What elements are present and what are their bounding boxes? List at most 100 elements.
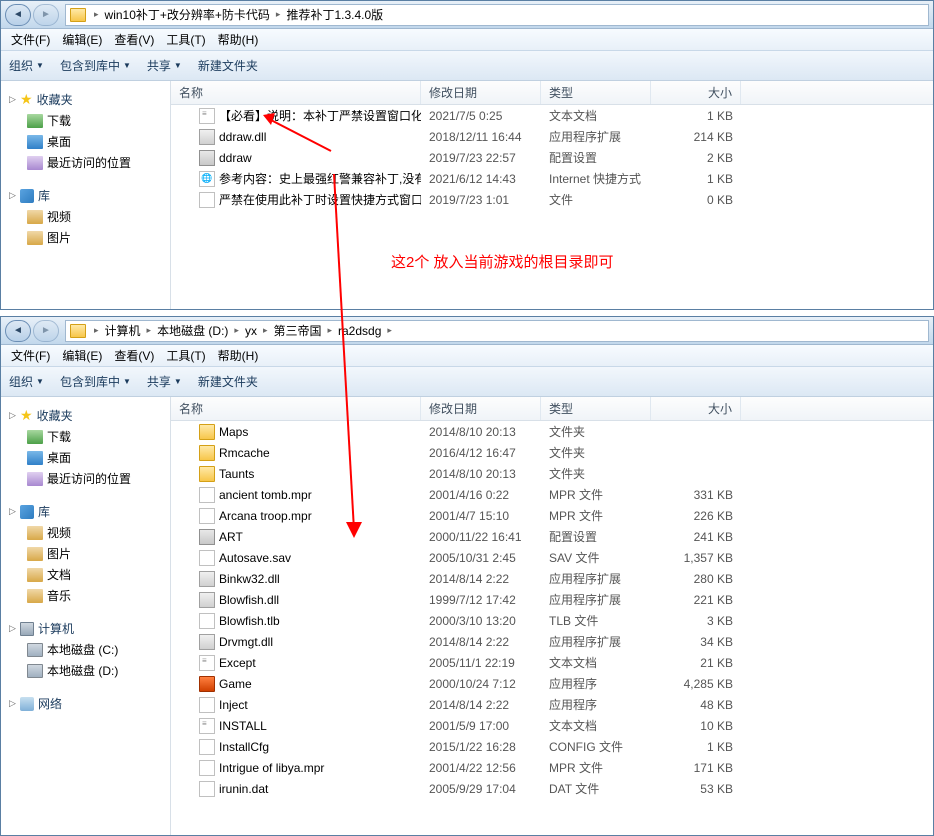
file-type: 文本文档 [541,107,651,124]
titlebar: ◄ ► ▸ win10补丁+改分辨率+防卡代码 ▸ 推荐补丁1.3.4.0版 [1,1,933,29]
file-row[interactable]: Taunts 2014/8/10 20:13 文件夹 [171,463,933,484]
file-size: 171 KB [651,761,741,775]
file-icon [199,634,215,650]
include-library-button[interactable]: 包含到库中▼ [60,57,131,74]
sidebar-item[interactable]: 下载 [1,110,170,131]
file-row[interactable]: ancient tomb.mpr 2001/4/16 0:22 MPR 文件 3… [171,484,933,505]
sidebar-item[interactable]: 桌面 [1,131,170,152]
titlebar: ◄ ► ▸ 计算机 ▸ 本地磁盘 (D:) ▸ yx ▸ 第三帝国 ▸ ra2d… [1,317,933,345]
breadcrumb-item[interactable]: 计算机 [103,322,143,339]
sidebar-favorites[interactable]: ▷★收藏夹 [1,405,170,426]
breadcrumb[interactable]: ▸ win10补丁+改分辨率+防卡代码 ▸ 推荐补丁1.3.4.0版 [65,4,929,26]
file-size: 214 KB [651,130,741,144]
column-name[interactable]: 名称 [171,397,421,420]
sidebar-item[interactable]: 音乐 [1,585,170,606]
nav-forward-button[interactable]: ► [33,320,59,342]
share-button[interactable]: 共享▼ [147,57,182,74]
breadcrumb-item[interactable]: 第三帝国 [271,322,323,339]
file-list: 【必看】说明：本补丁严禁设置窗口化 2021/7/5 0:25 文本文档 1 K… [171,105,933,305]
file-icon [199,760,215,776]
file-size: 53 KB [651,782,741,796]
sidebar-item[interactable]: 图片 [1,543,170,564]
menu-view[interactable]: 查看(V) [108,29,160,50]
column-size[interactable]: 大小 [651,81,741,104]
breadcrumb-item[interactable]: 本地磁盘 (D:) [155,322,230,339]
breadcrumb[interactable]: ▸ 计算机 ▸ 本地磁盘 (D:) ▸ yx ▸ 第三帝国 ▸ ra2dsdg … [65,320,929,342]
column-size[interactable]: 大小 [651,397,741,420]
file-row[interactable]: Except 2005/11/1 22:19 文本文档 21 KB [171,652,933,673]
file-row[interactable]: Blowfish.tlb 2000/3/10 13:20 TLB 文件 3 KB [171,610,933,631]
menu-help[interactable]: 帮助(H) [212,345,265,366]
menu-file[interactable]: 文件(F) [5,345,56,366]
sidebar-item[interactable]: 本地磁盘 (C:) [1,639,170,660]
file-icon [199,781,215,797]
sidebar-item[interactable]: 文档 [1,564,170,585]
breadcrumb-item[interactable]: ra2dsdg [336,324,383,338]
file-row[interactable]: Intrigue of libya.mpr 2001/4/22 12:56 MP… [171,757,933,778]
breadcrumb-item[interactable]: win10补丁+改分辨率+防卡代码 [103,6,272,23]
sidebar-item[interactable]: 桌面 [1,447,170,468]
column-type[interactable]: 类型 [541,397,651,420]
file-size: 1 KB [651,109,741,123]
share-button[interactable]: 共享▼ [147,373,182,390]
sidebar-item[interactable]: 最近访问的位置 [1,468,170,489]
organize-button[interactable]: 组织▼ [9,373,44,390]
new-folder-button[interactable]: 新建文件夹 [198,57,258,74]
sidebar-favorites[interactable]: ▷★收藏夹 [1,89,170,110]
file-size: 331 KB [651,488,741,502]
file-row[interactable]: Autosave.sav 2005/10/31 2:45 SAV 文件 1,35… [171,547,933,568]
sidebar-network[interactable]: ▷网络 [1,693,170,714]
menu-help[interactable]: 帮助(H) [212,29,265,50]
column-date[interactable]: 修改日期 [421,81,541,104]
column-date[interactable]: 修改日期 [421,397,541,420]
sidebar-libraries[interactable]: ▷库 [1,185,170,206]
file-row[interactable]: irunin.dat 2005/9/29 17:04 DAT 文件 53 KB [171,778,933,799]
menu-tools[interactable]: 工具(T) [160,345,211,366]
nav-back-button[interactable]: ◄ [5,320,31,342]
sidebar-item[interactable]: 最近访问的位置 [1,152,170,173]
menu-file[interactable]: 文件(F) [5,29,56,50]
nav-back-button[interactable]: ◄ [5,4,31,26]
file-row[interactable]: ddraw.dll 2018/12/11 16:44 应用程序扩展 214 KB [171,126,933,147]
sidebar-item[interactable]: 下载 [1,426,170,447]
sidebar-item-icon [27,156,43,170]
column-name[interactable]: 名称 [171,81,421,104]
include-library-button[interactable]: 包含到库中▼ [60,373,131,390]
file-date: 2000/10/24 7:12 [421,677,541,691]
menu-tools[interactable]: 工具(T) [160,29,211,50]
sidebar-libraries[interactable]: ▷库 [1,501,170,522]
annotation-text: 这2个 放入当前游戏的根目录即可 [391,251,614,272]
column-type[interactable]: 类型 [541,81,651,104]
menu-edit[interactable]: 编辑(E) [56,29,108,50]
file-row[interactable]: 参考内容：史上最强红警兼容补丁,没有... 2021/6/12 14:43 In… [171,168,933,189]
file-row[interactable]: Drvmgt.dll 2014/8/14 2:22 应用程序扩展 34 KB [171,631,933,652]
sidebar-item[interactable]: 视频 [1,522,170,543]
sidebar-item[interactable]: 视频 [1,206,170,227]
sidebar-item[interactable]: 本地磁盘 (D:) [1,660,170,681]
file-size: 21 KB [651,656,741,670]
sidebar-item[interactable]: 图片 [1,227,170,248]
file-row[interactable]: InstallCfg 2015/1/22 16:28 CONFIG 文件 1 K… [171,736,933,757]
breadcrumb-item[interactable]: yx [243,324,259,338]
file-row[interactable]: Game 2000/10/24 7:12 应用程序 4,285 KB [171,673,933,694]
chevron-right-icon: ▸ [327,325,332,336]
organize-button[interactable]: 组织▼ [9,57,44,74]
menu-edit[interactable]: 编辑(E) [56,345,108,366]
file-row[interactable]: ddraw 2019/7/23 22:57 配置设置 2 KB [171,147,933,168]
new-folder-button[interactable]: 新建文件夹 [198,373,258,390]
nav-forward-button[interactable]: ► [33,4,59,26]
file-row[interactable]: Rmcache 2016/4/12 16:47 文件夹 [171,442,933,463]
file-row[interactable]: Maps 2014/8/10 20:13 文件夹 [171,421,933,442]
file-row[interactable]: Inject 2014/8/14 2:22 应用程序 48 KB [171,694,933,715]
file-row[interactable]: 【必看】说明：本补丁严禁设置窗口化 2021/7/5 0:25 文本文档 1 K… [171,105,933,126]
file-row[interactable]: INSTALL 2001/5/9 17:00 文本文档 10 KB [171,715,933,736]
file-row[interactable]: 严禁在使用此补丁时设置快捷方式窗口化... 2019/7/23 1:01 文件 … [171,189,933,210]
menu-view[interactable]: 查看(V) [108,345,160,366]
file-row[interactable]: Binkw32.dll 2014/8/14 2:22 应用程序扩展 280 KB [171,568,933,589]
file-row[interactable]: Arcana troop.mpr 2001/4/7 15:10 MPR 文件 2… [171,505,933,526]
file-row[interactable]: ART 2000/11/22 16:41 配置设置 241 KB [171,526,933,547]
sidebar-computer[interactable]: ▷计算机 [1,618,170,639]
sidebar-item-icon [27,664,43,678]
file-row[interactable]: Blowfish.dll 1999/7/12 17:42 应用程序扩展 221 … [171,589,933,610]
breadcrumb-item[interactable]: 推荐补丁1.3.4.0版 [284,6,385,23]
